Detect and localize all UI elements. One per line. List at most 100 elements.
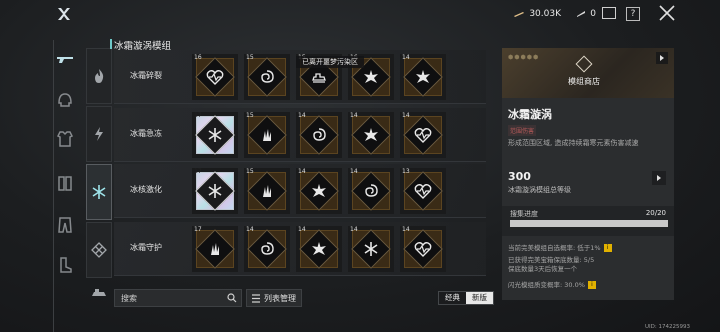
module-slot[interactable]: 15	[244, 54, 290, 100]
slot-level: 14	[298, 226, 306, 233]
uid-label: UID: 174225993	[645, 324, 690, 330]
module-slot[interactable]: 17	[192, 112, 238, 158]
slot-level: 14	[298, 168, 306, 175]
module-slot[interactable]: 14	[348, 226, 394, 272]
module-category-list	[86, 48, 112, 312]
toggle-new[interactable]: 新版	[466, 292, 493, 304]
list-manage-button[interactable]: 列表管理	[246, 289, 302, 307]
module-slot[interactable]: 14	[400, 54, 446, 100]
shop-badge-icon	[575, 55, 593, 73]
burst-icon	[416, 70, 430, 83]
flame-claw-icon	[211, 243, 219, 255]
category-shock[interactable]	[86, 106, 112, 162]
module-title: 冰霜漩涡	[508, 108, 552, 121]
progress-label: 搜集进度	[510, 210, 538, 218]
row-name: 冰霜守护	[130, 243, 162, 252]
left-rail	[50, 40, 80, 332]
category-burn[interactable]	[86, 48, 112, 104]
module-slot[interactable]: 14	[348, 112, 394, 158]
flash-chance-text: 闪光模组质变概率: 30.0%	[508, 281, 585, 289]
total-level-value: 300	[508, 170, 531, 183]
heart-pulse-icon	[414, 242, 432, 257]
flash-chance-note: 闪光模组质变概率: 30.0% i	[508, 279, 596, 289]
module-slot[interactable]: 16	[192, 54, 238, 100]
burst-icon	[364, 70, 378, 83]
currency-2: 0	[576, 9, 596, 19]
category-weapon[interactable]	[86, 280, 112, 304]
slot-level: 13	[402, 168, 410, 175]
module-slot[interactable]: 17	[192, 226, 238, 272]
chevron-right-icon[interactable]	[656, 52, 668, 64]
module-slot[interactable]: 14	[296, 226, 342, 272]
snowflake-icon	[208, 184, 222, 198]
progress-fill	[510, 220, 668, 227]
heart-pulse-icon	[414, 184, 432, 199]
toggle-classic[interactable]: 经典	[439, 292, 466, 304]
module-slot[interactable]: 15	[244, 168, 290, 214]
armor-icon[interactable]	[54, 128, 76, 150]
module-slot[interactable]: 14	[296, 112, 342, 158]
total-level-label: 冰霜漩涡模组总等级	[508, 186, 571, 194]
lightning-icon	[95, 127, 103, 141]
helmet-icon[interactable]	[54, 90, 76, 112]
slot-level: 17	[194, 168, 202, 175]
view-toggle: 经典 新版	[438, 291, 494, 305]
shop-decoration: ⬢⬢⬢⬢⬢	[508, 54, 540, 61]
chevron-right-icon[interactable]	[652, 171, 666, 185]
perfect-chance-text: 当前完美模组自选概率: 低于1%	[508, 244, 601, 252]
status-banner: 已离开噩梦污染区	[296, 56, 364, 68]
collection-progress: 搜集进度 20/20	[502, 206, 674, 236]
module-slot[interactable]: 14	[400, 112, 446, 158]
weapon-icon[interactable]	[56, 54, 76, 64]
mail-icon[interactable]	[602, 7, 616, 19]
slot-level: 14	[298, 112, 306, 119]
currency-1: 30.03K	[513, 9, 561, 19]
module-row: 冰核激化 17 15 14 14 13	[114, 164, 486, 218]
module-slot[interactable]: 14	[400, 226, 446, 272]
list-icon	[252, 293, 260, 303]
slot-level: 15	[246, 168, 254, 175]
module-info: 冰霜漩涡 范围伤害 形成范围区域, 造成持续霜寒元素伤害减速 300 冰霜漩涡模…	[502, 98, 674, 300]
crossed-diamond-icon	[91, 242, 107, 258]
slot-level: 14	[350, 168, 358, 175]
slot-level: 17	[194, 112, 202, 119]
module-slot[interactable]: 14	[244, 226, 290, 272]
heart-pulse-icon	[206, 70, 224, 85]
heart-pulse-icon	[414, 128, 432, 143]
module-slot[interactable]: 14	[296, 168, 342, 214]
slot-level: 16	[194, 54, 202, 61]
perfect-chance-note: 当前完美模组自选概率: 低于1% i	[508, 242, 612, 252]
guarantee-recover-note: 保底数量3天后恢复一个	[508, 265, 578, 273]
category-frost[interactable]	[86, 164, 112, 220]
category-vortex[interactable]	[86, 222, 112, 278]
module-row: 冰霜守护 17 14 14 14 14	[114, 222, 486, 276]
burst-icon	[364, 128, 378, 141]
snowflake-icon	[208, 128, 222, 142]
search-input[interactable]: 搜索	[114, 289, 242, 307]
module-slot[interactable]: 13	[400, 168, 446, 214]
module-slot[interactable]: 17	[192, 168, 238, 214]
info-icon[interactable]: i	[587, 281, 596, 289]
pants-icon[interactable]	[54, 214, 76, 236]
bullet-currency-icon	[514, 12, 525, 17]
slot-level: 14	[402, 54, 410, 61]
slot-level: 17	[194, 226, 202, 233]
slot-level: 14	[350, 226, 358, 233]
progress-value: 20/20	[645, 209, 666, 217]
list-manage-label: 列表管理	[264, 293, 296, 303]
info-icon[interactable]: i	[603, 244, 612, 252]
slot-level: 14	[402, 112, 410, 119]
help-button[interactable]: ?	[626, 7, 640, 21]
vortex-icon	[261, 70, 274, 83]
close-icon[interactable]	[658, 4, 676, 22]
detail-panel: ⬢⬢⬢⬢⬢ 模组商店 冰霜漩涡 范围伤害 形成范围区域, 造成持续霜寒元素伤害减…	[502, 48, 674, 300]
module-shop-card[interactable]: ⬢⬢⬢⬢⬢ 模组商店	[502, 48, 674, 98]
search-icon[interactable]	[227, 293, 237, 303]
tank-icon	[312, 73, 326, 83]
module-slot[interactable]: 15	[244, 112, 290, 158]
boots-icon[interactable]	[54, 254, 76, 276]
module-slot[interactable]: 14	[348, 168, 394, 214]
gloves-icon[interactable]	[54, 172, 76, 194]
shop-label: 模组商店	[568, 77, 600, 86]
burst-icon	[312, 242, 326, 255]
